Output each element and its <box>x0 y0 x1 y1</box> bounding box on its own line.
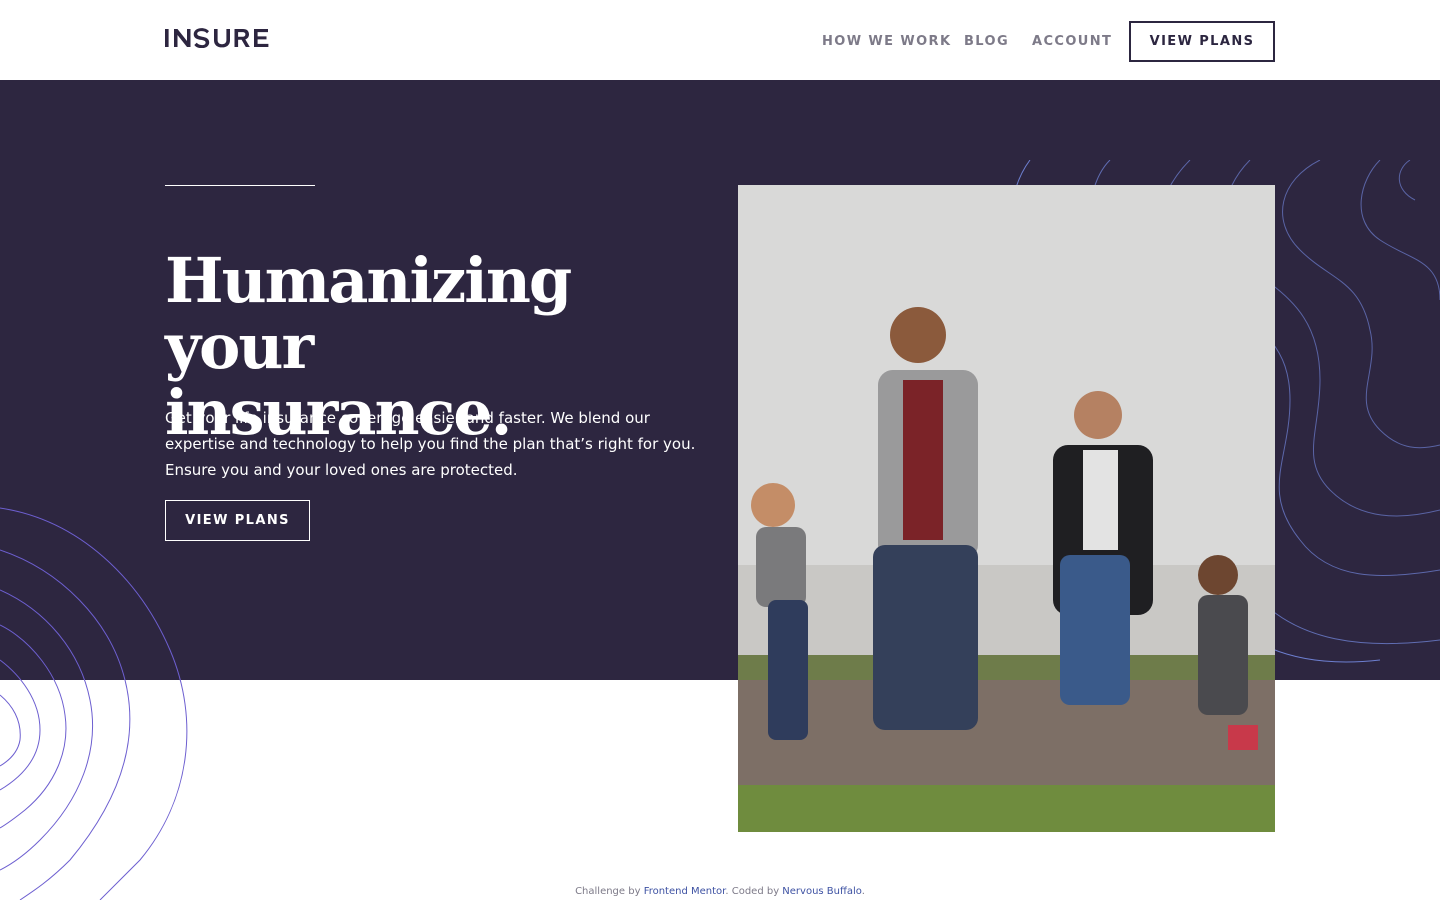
family-photo <box>738 185 1275 832</box>
attribution-suffix: . <box>861 886 865 897</box>
family-photo-illustration <box>738 185 1275 832</box>
nav-blog[interactable]: BLOG <box>964 34 1009 49</box>
attribution-prefix: Challenge by <box>575 886 644 897</box>
author-link[interactable]: Nervous Buffalo <box>782 886 861 897</box>
attribution-middle: . Coded by <box>725 886 783 897</box>
hero-description: Get your life insurance coverage easier … <box>165 409 696 479</box>
attribution-footer: Challenge by Frontend Mentor. Coded by N… <box>0 886 1440 897</box>
hero-divider-line <box>165 185 315 186</box>
header-view-plans-button[interactable]: VIEW PLANS <box>1129 21 1275 62</box>
frontend-mentor-link[interactable]: Frontend Mentor <box>644 886 726 897</box>
site-header: HOW WE WORK BLOG ACCOUNT VIEW PLANS <box>0 0 1440 80</box>
insure-logo[interactable] <box>165 28 277 48</box>
nav-how-we-work[interactable]: HOW WE WORK <box>822 34 951 49</box>
contour-lines-decoration-left <box>0 507 188 900</box>
nav-account[interactable]: ACCOUNT <box>1032 34 1112 49</box>
hero-title-line-1: Humanizing your <box>165 244 572 383</box>
